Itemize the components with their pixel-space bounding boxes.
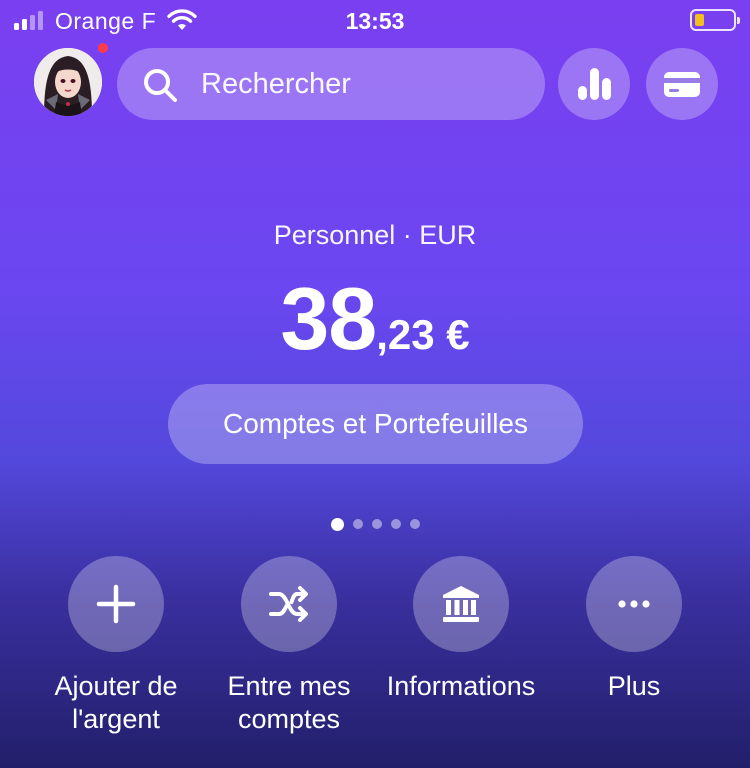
avatar[interactable] (34, 48, 102, 116)
balance-decimal: ,23 € (376, 311, 470, 358)
cellular-signal-icon (14, 11, 43, 30)
battery-icon (690, 9, 740, 31)
bank-icon (443, 586, 479, 622)
avatar-image (34, 48, 102, 116)
more-icon (618, 600, 650, 608)
wifi-icon (167, 9, 197, 30)
bar-chart-icon (578, 68, 611, 100)
more-label: Plus (607, 671, 661, 701)
transfer-label: Entre mes comptes (227, 671, 351, 734)
add-money-button[interactable] (68, 556, 164, 652)
balance-integer: 38 (280, 269, 377, 368)
page-dot[interactable] (409, 519, 420, 529)
page-dot[interactable] (352, 519, 363, 529)
informations-action[interactable]: Informations (371, 556, 551, 703)
more-button[interactable] (586, 556, 682, 652)
add-money-label: Ajouter de l'argent (54, 671, 178, 734)
page-dot[interactable] (371, 519, 382, 529)
search-placeholder: Rechercher (201, 68, 351, 100)
carrier-name: Orange F (55, 8, 157, 34)
credit-card-icon (664, 72, 700, 97)
plus-icon (96, 584, 136, 624)
search-bar[interactable]: Rechercher (117, 48, 545, 120)
cards-button[interactable] (646, 48, 718, 120)
informations-button[interactable] (413, 556, 509, 652)
page-dot[interactable] (330, 518, 344, 531)
informations-label: Informations (386, 671, 536, 701)
page-indicator[interactable] (0, 518, 750, 531)
status-bar: Orange F 13:53 (0, 0, 750, 42)
accounts-wallets-button[interactable]: Comptes et Portefeuilles (168, 384, 583, 464)
transfer-between-accounts-action[interactable]: Entre mes comptes (199, 556, 379, 736)
more-action[interactable]: Plus (544, 556, 724, 703)
account-label[interactable]: Personnel · EUR (0, 220, 750, 251)
notification-dot (98, 43, 108, 53)
analytics-button[interactable] (558, 48, 630, 120)
add-money-action[interactable]: Ajouter de l'argent (26, 556, 206, 736)
transfer-button[interactable] (241, 556, 337, 652)
page-dot[interactable] (390, 519, 401, 529)
search-icon (144, 69, 177, 102)
shuffle-icon (269, 586, 308, 622)
balance-amount: 38,23 € (0, 268, 750, 370)
